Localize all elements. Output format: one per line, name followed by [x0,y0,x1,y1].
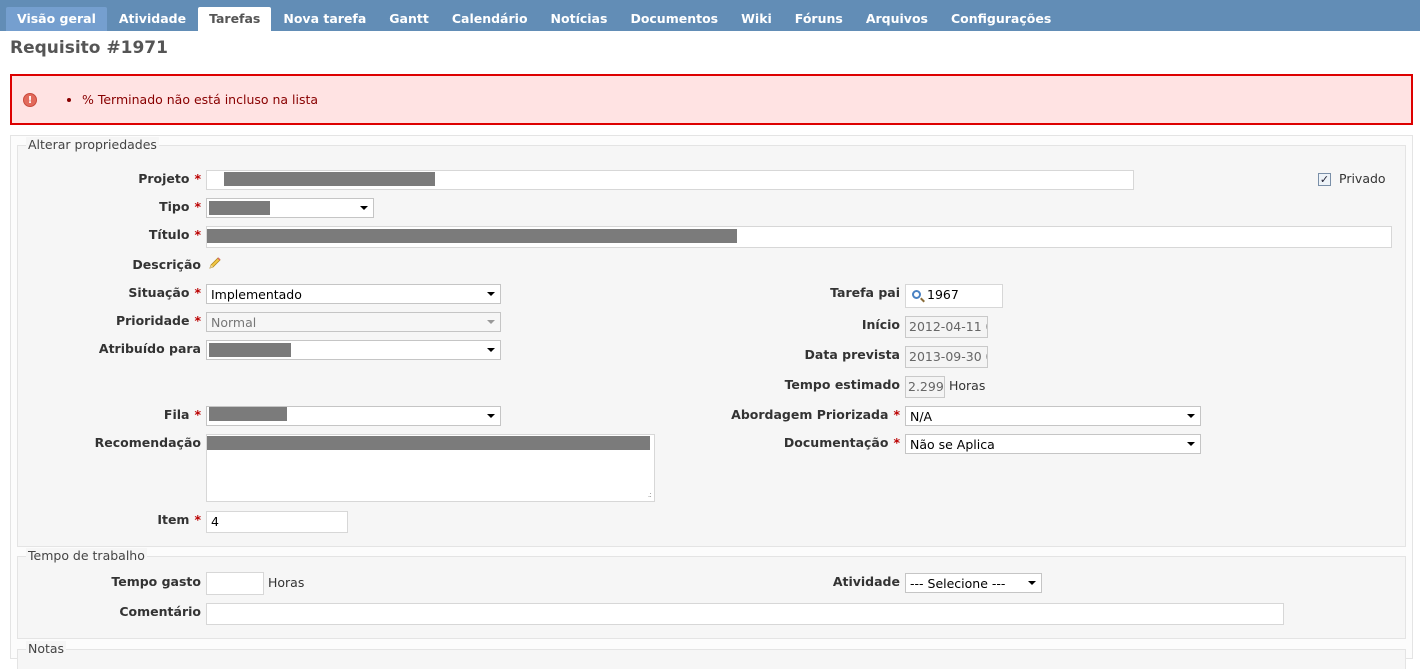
tipo-select[interactable] [206,198,374,218]
time-entry-fieldset: Tempo de trabalho [17,548,1406,639]
tab-foruns[interactable]: Fóruns [784,7,854,31]
redacted-block [209,201,270,215]
properties-legend: Alterar propriedades [26,137,159,152]
comentario-input[interactable] [206,603,1284,625]
tarefa-pai-value: 1967 [927,287,959,302]
tab-calendario[interactable]: Calendário [441,7,539,31]
item-label: Item * [157,512,201,527]
tempo-estimado-unit: Horas [949,378,986,393]
atividade-label: Atividade [832,574,900,589]
inicio-label: Início [861,317,900,332]
privado-label: Privado [1339,171,1386,186]
notes-legend: Notas [26,641,67,656]
situacao-select[interactable]: Implementado [206,284,501,304]
page-title: Requisito #1971 [10,38,168,58]
redacted-block [207,436,650,450]
search-icon [912,290,921,299]
tempo-gasto-label: Tempo gasto [111,574,201,589]
main-menu: Visão geral Atividade Tarefas Nova taref… [0,0,1420,31]
inicio-value: 2012-04-11 0 [909,319,988,334]
chevron-down-icon [1028,581,1036,585]
tab-wiki[interactable]: Wiki [730,7,783,31]
prioridade-label: Prioridade * [115,313,201,328]
project-tabs: Visão geral Atividade Tarefas Nova taref… [6,7,1063,31]
chevron-down-icon [1187,442,1195,446]
notes-fieldset: Notas [17,641,1406,669]
tab-nova-tarefa[interactable]: Nova tarefa [272,7,377,31]
prioridade-value: Normal [211,315,257,330]
tab-configuracoes[interactable]: Configurações [940,7,1062,31]
tab-noticias[interactable]: Notícias [540,7,619,31]
privado-checkbox[interactable]: ✓ [1318,173,1331,186]
data-prevista-value: 2013-09-30 0 [909,349,988,364]
recomendacao-textarea[interactable]: .: [206,434,655,502]
atividade-select[interactable]: --- Selecione --- [905,573,1042,593]
fila-label: Fila * [163,407,201,422]
error-explanation: ! % Terminado não está incluso na lista [10,74,1413,125]
redacted-block [209,343,291,357]
tempo-gasto-input[interactable] [206,572,264,595]
comentario-label: Comentário [119,604,201,619]
time-entry-legend: Tempo de trabalho [26,548,147,563]
tempo-estimado-value: 2.299 [908,379,944,394]
situacao-value: Implementado [211,287,302,302]
data-prevista-label: Data prevista [804,347,900,362]
chevron-down-icon [1187,414,1195,418]
chevron-down-icon [487,292,495,296]
error-icon: ! [23,93,37,107]
item-input[interactable]: 4 [206,511,348,533]
abordagem-label: Abordagem Priorizada * [731,407,900,422]
resize-handle-icon[interactable]: .: [648,490,652,499]
redacted-block [224,172,435,186]
titulo-input[interactable] [206,226,1392,248]
redacted-block [209,407,287,421]
projeto-select[interactable] [206,170,1134,190]
documentacao-label: Documentação * [783,435,900,450]
atribuido-label: Atribuído para [98,341,201,356]
chevron-down-icon [487,320,495,324]
edit-pencil-icon[interactable] [207,256,222,271]
chevron-down-icon [487,348,495,352]
redacted-block [207,229,737,243]
tempo-estimado-label: Tempo estimado [784,377,900,392]
situacao-label: Situação * [128,285,201,300]
documentacao-value: Não se Aplica [910,437,995,452]
tarefa-pai-input[interactable]: 1967 [905,284,1003,308]
tarefa-pai-label: Tarefa pai [830,285,900,300]
item-value: 4 [211,514,219,529]
tab-tarefas[interactable]: Tarefas [198,7,272,31]
descricao-label: Descrição [132,257,201,272]
error-list: % Terminado não está incluso na lista [68,92,318,107]
titulo-label: Título * [148,227,201,242]
tipo-label: Tipo * [159,199,201,214]
atribuido-select[interactable] [206,340,501,360]
projeto-label: Projeto * [138,171,201,186]
tab-visao-geral[interactable]: Visão geral [6,7,107,31]
error-message: % Terminado não está incluso na lista [82,92,318,107]
tab-atividade[interactable]: Atividade [108,7,197,31]
inicio-input[interactable]: 2012-04-11 0 [905,316,988,338]
abordagem-value: N/A [910,409,933,424]
tempo-estimado-input[interactable]: 2.299 [905,376,945,398]
documentacao-select[interactable]: Não se Aplica [905,434,1201,454]
chevron-down-icon [360,206,368,210]
tempo-gasto-unit: Horas [268,575,305,590]
tab-documentos[interactable]: Documentos [619,7,729,31]
fila-select[interactable] [206,406,501,426]
chevron-down-icon [487,414,495,418]
tab-gantt[interactable]: Gantt [378,7,440,31]
tab-arquivos[interactable]: Arquivos [855,7,939,31]
data-prevista-input[interactable]: 2013-09-30 0 [905,346,988,368]
abordagem-select[interactable]: N/A [905,406,1201,426]
prioridade-select[interactable]: Normal [206,312,501,332]
atividade-value: --- Selecione --- [910,576,1006,591]
recomendacao-label: Recomendação [94,435,201,450]
